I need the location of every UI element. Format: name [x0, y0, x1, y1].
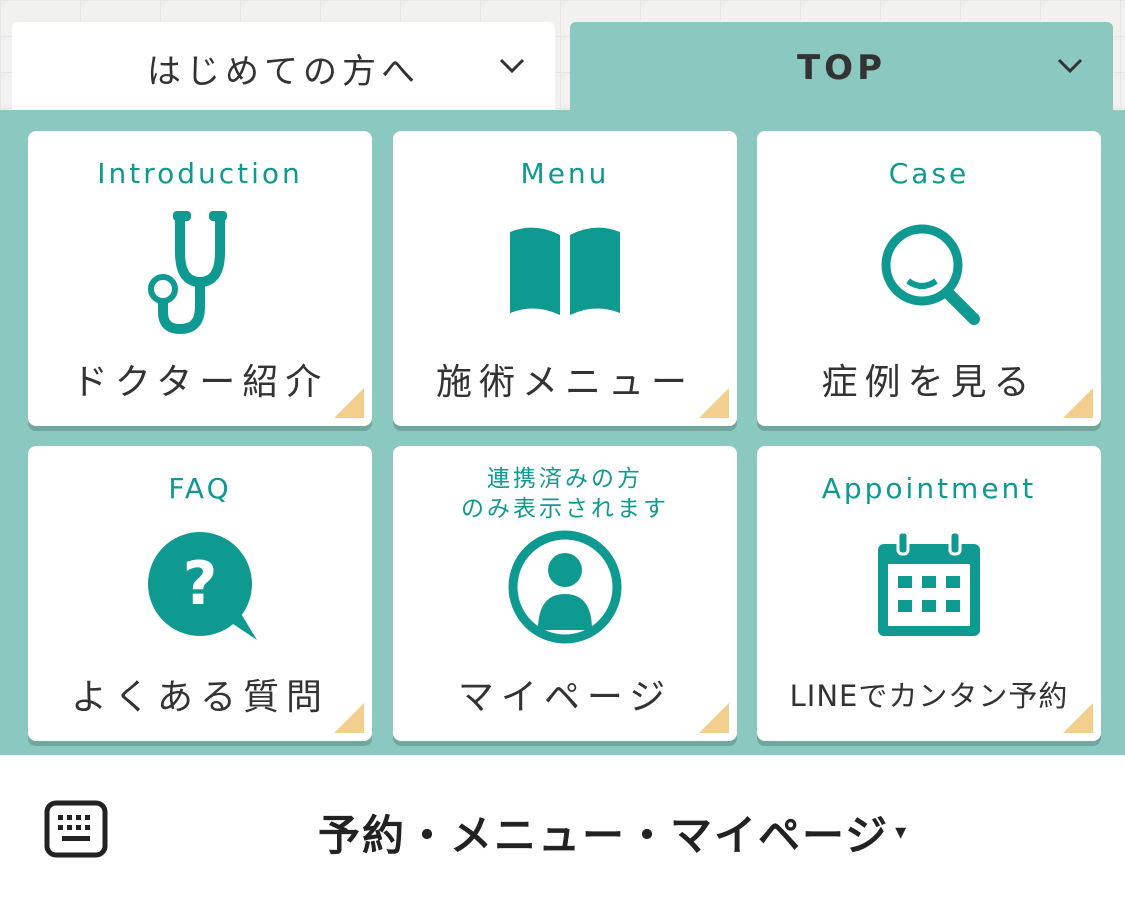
user-circle-icon	[508, 530, 622, 644]
menu-title-label: 予約・メニュー・マイページ	[318, 810, 890, 860]
card-jp-label: LINEでカンタン予約	[789, 679, 1069, 713]
card-jp-label: よくある質問	[70, 677, 329, 718]
keyboard-icon[interactable]	[44, 800, 108, 858]
rich-menu-toggle[interactable]: 予約・メニュー・マイページ ▾	[318, 802, 908, 862]
corner-accent	[334, 703, 364, 733]
tab-beginners-label: はじめての方へ	[147, 51, 420, 92]
card-note-line2: のみ表示されます	[461, 496, 669, 522]
question-bubble-icon: ?	[148, 532, 257, 640]
calendar-icon	[878, 530, 980, 636]
chevron-down-icon	[1057, 58, 1083, 74]
card-note-line1: 連携済みの方	[487, 466, 643, 492]
card-en-label: Menu	[520, 157, 610, 190]
tab-top[interactable]: TOP	[570, 22, 1113, 114]
card-faq[interactable]: FAQ ? よくある質問	[28, 446, 372, 741]
card-mypage[interactable]: 連携済みの方 のみ表示されます マイページ	[393, 446, 737, 741]
card-en-label: Appointment	[821, 472, 1037, 505]
card-cases[interactable]: Case 症例を見る	[757, 131, 1101, 426]
corner-accent	[699, 703, 729, 733]
card-doctor-intro[interactable]: Introduction ドクター紹介	[28, 131, 372, 426]
card-jp-label: マイページ	[457, 677, 673, 718]
corner-accent	[699, 388, 729, 418]
book-icon	[510, 227, 620, 315]
magnifier-icon	[881, 224, 980, 325]
card-jp-label: ドクター紹介	[71, 362, 329, 403]
tab-top-label: TOP	[796, 48, 886, 88]
corner-accent	[1063, 703, 1093, 733]
card-jp-label: 症例を見る	[821, 362, 1037, 403]
corner-accent	[1063, 388, 1093, 418]
card-treatment-menu[interactable]: Menu 施術メニュー	[393, 131, 737, 426]
tab-beginners[interactable]: はじめての方へ	[12, 22, 555, 114]
card-en-label: Introduction	[97, 157, 303, 190]
card-note-label: 連携済みの方 のみ表示されます	[393, 464, 737, 524]
chevron-down-icon	[499, 58, 525, 74]
toggle-triangle-icon: ▾	[895, 819, 909, 845]
stethoscope-icon	[148, 211, 227, 335]
card-jp-label: 施術メニュー	[435, 362, 694, 403]
corner-accent	[334, 388, 364, 418]
card-en-label: Case	[888, 157, 970, 190]
card-en-label: FAQ	[168, 472, 232, 505]
card-appointment[interactable]: Appointment LINEでカンタン予約	[757, 446, 1101, 741]
svg-text:?: ?	[183, 549, 218, 619]
